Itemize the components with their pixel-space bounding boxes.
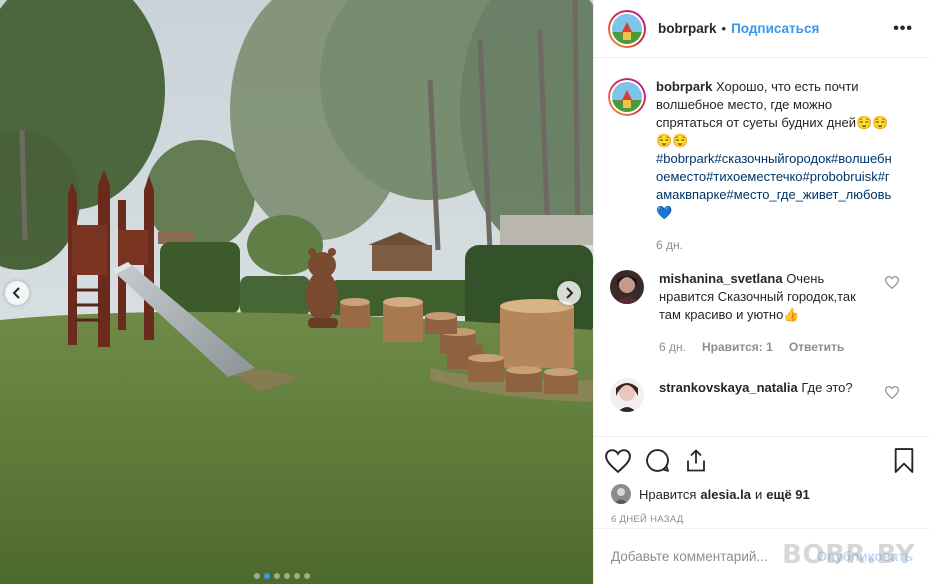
caption-username[interactable]: bobrpark bbox=[656, 79, 712, 94]
author-avatar[interactable] bbox=[608, 9, 646, 48]
chevron-left-icon bbox=[12, 287, 20, 299]
park-logo-icon bbox=[612, 82, 642, 112]
comment-item: strankovskaya_natalia Где это? bbox=[608, 378, 913, 412]
likes-summary: Нравится alesia.la и ещё 91 bbox=[594, 484, 929, 504]
heart-icon bbox=[605, 448, 631, 473]
publish-button[interactable]: Опубликовать bbox=[817, 549, 913, 564]
follow-button[interactable]: Подписаться bbox=[731, 21, 819, 36]
share-button[interactable] bbox=[684, 448, 708, 473]
commenter-avatar[interactable] bbox=[610, 378, 644, 412]
comment-username[interactable]: strankovskaya_natalia bbox=[659, 380, 798, 395]
post-actions bbox=[594, 436, 929, 484]
carousel-dot bbox=[284, 573, 290, 579]
comment-username[interactable]: mishanina_svetlana bbox=[659, 271, 783, 286]
user-avatar-icon bbox=[610, 270, 644, 304]
comment-like-heart-icon[interactable] bbox=[885, 276, 899, 289]
caption-meta: 6 дн. bbox=[656, 236, 896, 254]
comment-input[interactable] bbox=[611, 549, 817, 564]
carousel-prev-button[interactable] bbox=[5, 281, 29, 305]
post-date[interactable]: 6 ДНЕЙ НАЗАД bbox=[594, 504, 929, 525]
user-avatar-icon bbox=[611, 484, 631, 504]
carousel-dots bbox=[254, 573, 310, 579]
comment-icon bbox=[646, 449, 669, 472]
share-icon bbox=[687, 449, 705, 472]
like-button[interactable] bbox=[605, 448, 631, 473]
user-avatar-icon bbox=[610, 378, 644, 412]
caption: bobrpark Хорошо, что есть почти волшебно… bbox=[608, 78, 913, 254]
chevron-right-icon bbox=[566, 287, 574, 299]
park-playground-photo bbox=[0, 0, 593, 584]
caption-body: bobrpark Хорошо, что есть почти волшебно… bbox=[656, 78, 896, 254]
bookmark-icon bbox=[894, 448, 914, 473]
commenter-avatar[interactable] bbox=[610, 270, 644, 304]
post-header: bobrpark • Подписаться ••• bbox=[594, 0, 929, 58]
caption-hashtags[interactable]: #bobrpark#сказочныйгородок#волшебноемест… bbox=[656, 150, 896, 222]
comment-text: Где это? bbox=[801, 380, 853, 395]
comment-item: mishanina_svetlana Очень нравится Сказоч… bbox=[608, 270, 913, 356]
comment-body: mishanina_svetlana Очень нравится Сказоч… bbox=[659, 270, 859, 356]
instagram-post-view: bobrpark • Подписаться ••• bobrpark Хоро… bbox=[0, 0, 929, 584]
carousel-dot bbox=[294, 573, 300, 579]
caption-time[interactable]: 6 дн. bbox=[656, 236, 683, 254]
comment-body: strankovskaya_natalia Где это? bbox=[659, 378, 879, 412]
post-side-panel: bobrpark • Подписаться ••• bobrpark Хоро… bbox=[593, 0, 929, 584]
author-username[interactable]: bobrpark bbox=[658, 21, 717, 36]
liker-username[interactable]: alesia.la bbox=[700, 487, 751, 502]
comment-button[interactable] bbox=[645, 448, 670, 473]
add-comment-bar: Опубликовать BOBR.BY bbox=[594, 528, 929, 584]
likes-others[interactable]: ещё 91 bbox=[766, 487, 810, 502]
comment-likes[interactable]: Нравится: 1 bbox=[702, 338, 773, 356]
carousel-dot bbox=[304, 573, 310, 579]
carousel-dot-active bbox=[264, 573, 270, 579]
likes-prefix: Нравится bbox=[639, 486, 697, 502]
comment-time[interactable]: 6 дн. bbox=[659, 338, 686, 356]
save-button[interactable] bbox=[893, 448, 915, 473]
carousel-dot bbox=[254, 573, 260, 579]
reply-button[interactable]: Ответить bbox=[789, 338, 844, 356]
caption-avatar[interactable] bbox=[608, 78, 646, 116]
likes-middle: и bbox=[754, 486, 763, 502]
post-photo bbox=[0, 0, 593, 584]
park-logo-icon bbox=[612, 13, 642, 44]
liker-avatar[interactable] bbox=[611, 484, 631, 504]
comments-list: bobrpark Хорошо, что есть почти волшебно… bbox=[594, 58, 929, 436]
header-separator: • bbox=[721, 21, 727, 36]
carousel-dot bbox=[274, 573, 280, 579]
comment-like-heart-icon[interactable] bbox=[885, 386, 899, 399]
comment-meta: 6 дн. Нравится: 1 Ответить bbox=[659, 338, 859, 356]
more-icon[interactable]: ••• bbox=[893, 20, 913, 38]
carousel-next-button[interactable] bbox=[557, 281, 581, 305]
